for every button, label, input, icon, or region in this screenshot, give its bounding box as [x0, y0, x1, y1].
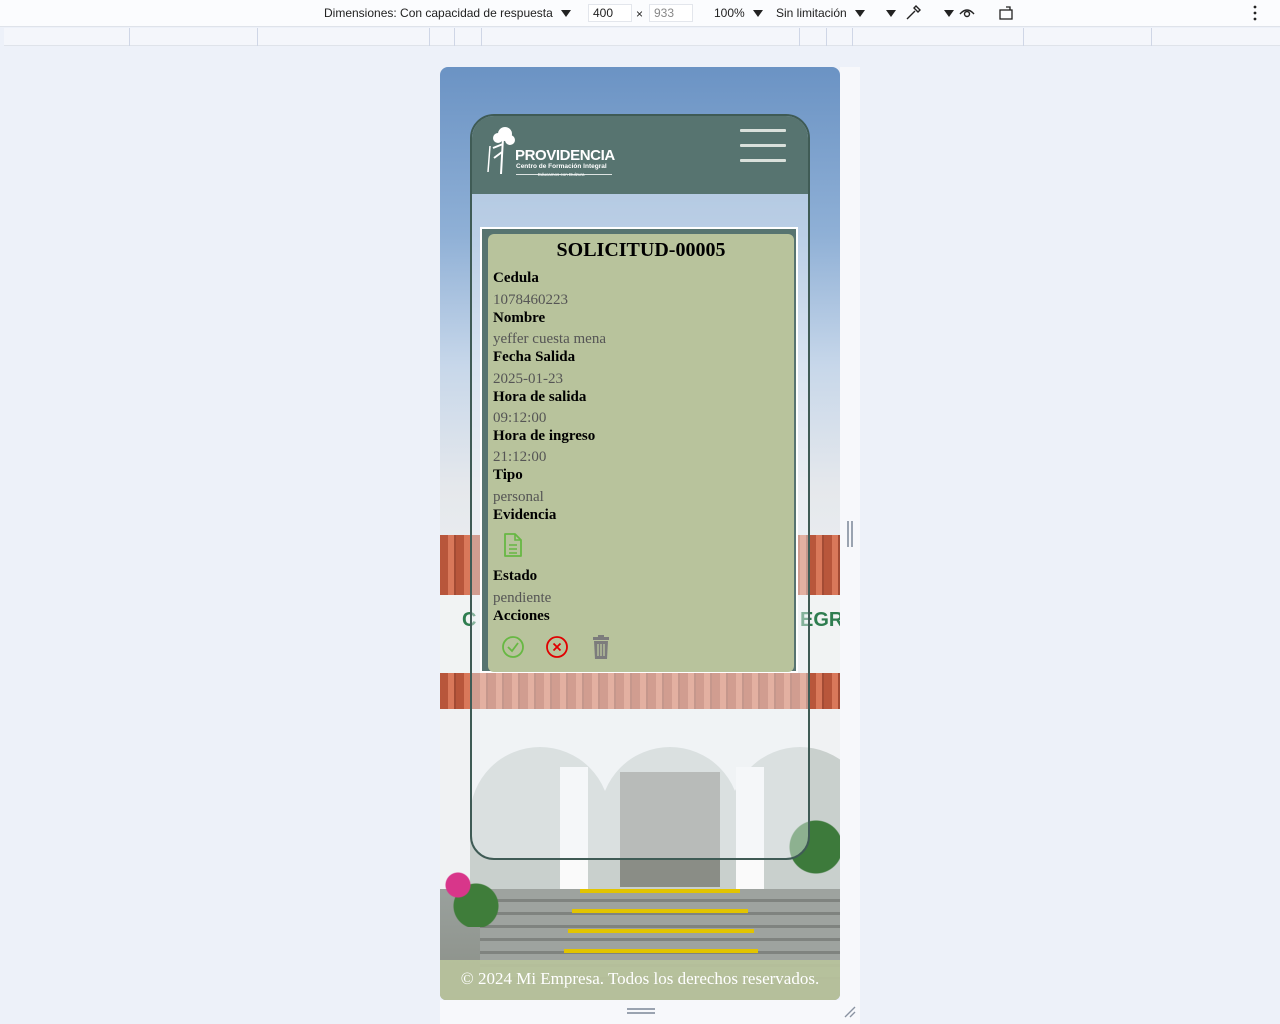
document-icon[interactable]: [502, 532, 524, 558]
site-header: PROVIDENCIA Centro de Formación Integral…: [472, 116, 808, 194]
field-label-hora-ingreso: Hora de ingreso: [493, 428, 596, 444]
field-label-cedula: Cedula: [493, 270, 539, 286]
eye-icon[interactable]: [958, 4, 976, 22]
field-label-evidencia: Evidencia: [493, 507, 557, 523]
field-label-acciones: Acciones: [493, 608, 550, 624]
throttle-label: Sin limitación: [776, 6, 847, 20]
site-footer: © 2024 Mi Empresa. Todos los derechos re…: [440, 960, 840, 1000]
field-label-estado: Estado: [493, 568, 538, 584]
vision-caret-icon[interactable]: [944, 10, 954, 17]
field-value-hora-salida: 09:12:00: [493, 410, 547, 426]
field-label-nombre: Nombre: [493, 310, 546, 326]
dimensions-dropdown[interactable]: Dimensiones: Con capacidad de respuesta: [324, 6, 571, 20]
delete-button[interactable]: [588, 634, 614, 660]
resize-handle-right[interactable]: [847, 521, 853, 547]
request-panel: SOLICITUD-00005 Cedula 1078460223 Nombre…: [480, 227, 798, 673]
field-value-fecha-salida: 2025-01-23: [493, 371, 563, 387]
stair-stripe: [572, 909, 748, 913]
approve-button[interactable]: [500, 634, 526, 660]
logo-slogan: Educamos con Dulzura: [538, 172, 585, 177]
field-value-nombre: yeffer cuesta mena: [493, 331, 606, 347]
background-plants-left: [440, 857, 500, 927]
field-label-hora-salida: Hora de salida: [493, 389, 587, 405]
more-vert-icon[interactable]: [1246, 4, 1264, 22]
field-value-hora-ingreso: 21:12:00: [493, 449, 547, 465]
menu-hamburger-button[interactable]: [740, 129, 786, 163]
eyedropper-icon[interactable]: [904, 4, 922, 22]
chevron-down-icon: [854, 9, 865, 17]
stair-stripe: [564, 949, 758, 953]
request-title: SOLICITUD-00005: [556, 239, 726, 261]
times-sign: ×: [636, 7, 644, 21]
height-input[interactable]: 933: [649, 4, 693, 22]
field-value-estado: pendiente: [493, 590, 552, 606]
resize-handle-bottom[interactable]: [627, 1008, 655, 1014]
field-label-tipo: Tipo: [493, 467, 523, 483]
zoom-label: 100%: [714, 6, 745, 20]
field-value-cedula: 1078460223: [493, 292, 568, 308]
logo-subtitle: Centro de Formación Integral: [516, 163, 607, 170]
chevron-down-icon: [752, 9, 763, 17]
dimensions-label: Dimensiones: Con capacidad de respuesta: [324, 6, 553, 20]
stair-stripe: [580, 889, 740, 893]
field-value-tipo: personal: [493, 489, 544, 505]
request-details: SOLICITUD-00005 Cedula 1078460223 Nombre…: [488, 234, 794, 672]
field-label-fecha-salida: Fecha Salida: [493, 349, 576, 365]
reject-button[interactable]: [544, 634, 570, 660]
more-options-caret-icon[interactable]: [886, 10, 896, 17]
chevron-down-icon: [560, 9, 571, 17]
stair-stripe: [568, 929, 754, 933]
throttle-dropdown[interactable]: Sin limitación: [776, 6, 865, 20]
devtools-toolbar: Dimensiones: Con capacidad de respuesta …: [0, 0, 1280, 27]
media-query-ruler: [4, 28, 1280, 46]
rotate-icon[interactable]: [998, 4, 1016, 22]
resize-corner-icon[interactable]: [842, 1004, 856, 1018]
zoom-dropdown[interactable]: 100%: [714, 6, 763, 20]
width-input[interactable]: 400: [588, 4, 632, 22]
logo-title: PROVIDENCIA: [515, 147, 615, 164]
logo-tree-icon: [487, 127, 515, 175]
